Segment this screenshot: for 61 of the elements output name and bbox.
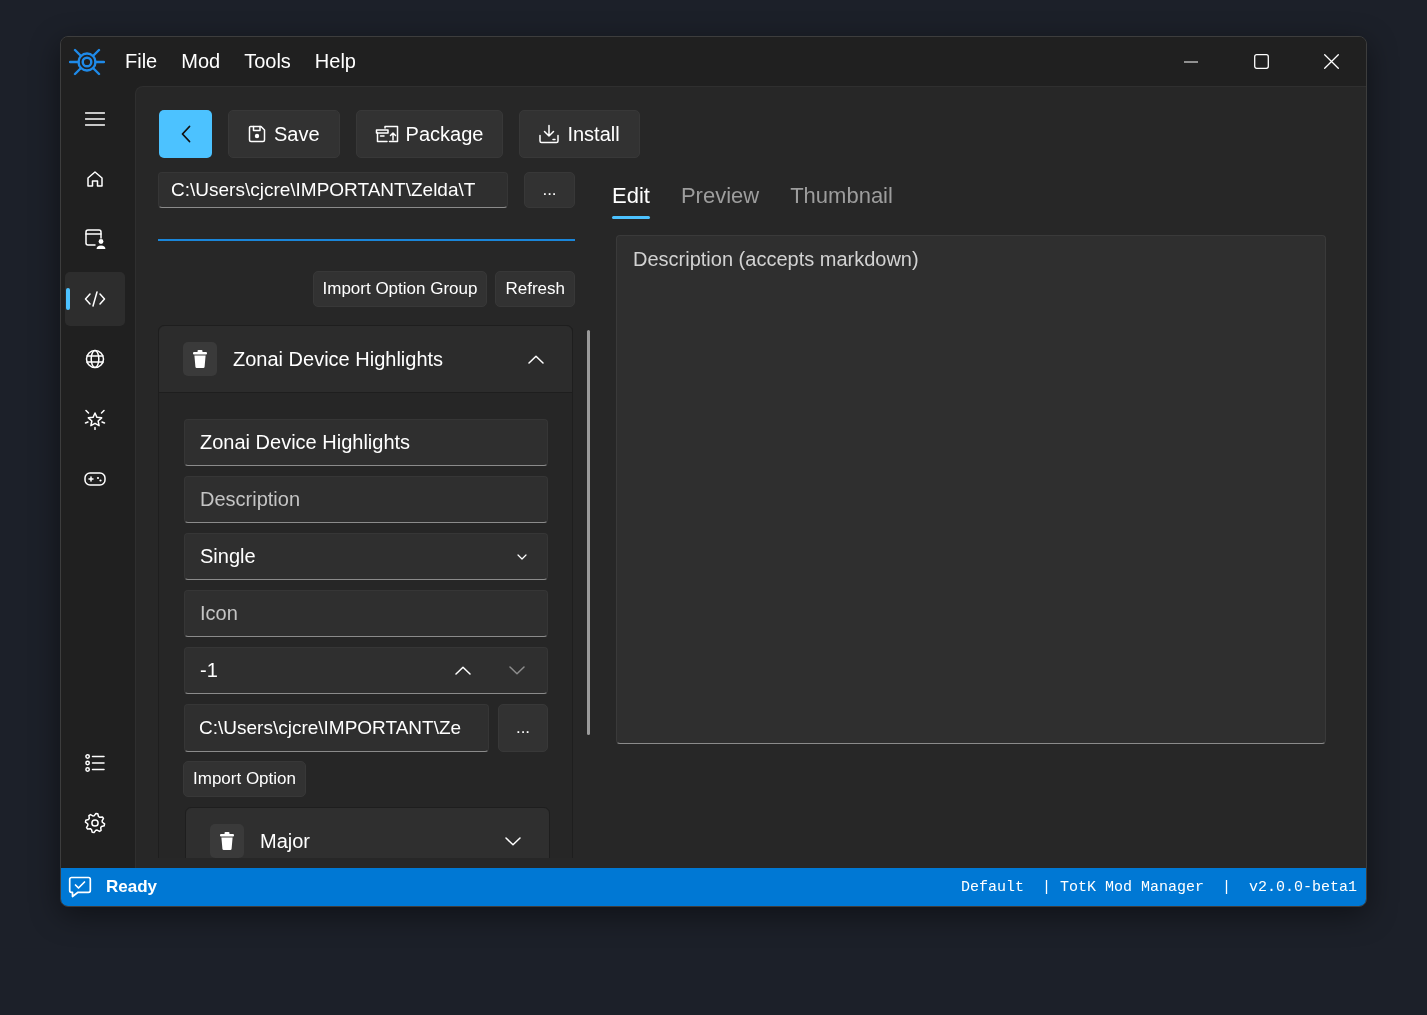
browse-button[interactable]: ... xyxy=(498,704,548,752)
browse-button[interactable]: ... xyxy=(524,172,575,208)
delete-button[interactable] xyxy=(210,824,244,858)
toolbar-button[interactable]: Install xyxy=(519,110,640,158)
download-icon xyxy=(538,124,561,144)
star-icon xyxy=(84,408,106,430)
trash-icon xyxy=(220,832,234,850)
crosshair-logo-icon xyxy=(69,46,105,77)
tab[interactable]: Edit xyxy=(612,172,650,220)
import-option-button[interactable]: Import Option xyxy=(183,761,306,797)
description-editor[interactable]: Description (accepts markdown) xyxy=(616,235,1326,744)
status-text: | xyxy=(1221,878,1231,896)
type-dropdown[interactable]: Single xyxy=(184,533,548,580)
description-field[interactable]: Description xyxy=(184,476,548,523)
code-icon xyxy=(84,291,106,307)
menu-item[interactable]: File xyxy=(113,37,170,86)
spin-up-icon[interactable] xyxy=(455,666,471,675)
tab[interactable]: Thumbnail xyxy=(790,172,893,220)
trash-icon xyxy=(193,350,207,368)
icon-field[interactable]: Icon xyxy=(184,590,548,637)
close-icon xyxy=(1323,54,1339,69)
maximize-icon xyxy=(1253,54,1269,69)
globe-icon xyxy=(85,349,105,369)
chat-check-icon xyxy=(68,876,92,898)
expander-header[interactable]: Zonai Device Highlights xyxy=(159,326,572,393)
window-person-icon xyxy=(84,228,106,250)
scrollbar[interactable] xyxy=(587,330,590,735)
save-icon xyxy=(247,124,267,144)
delete-button[interactable] xyxy=(183,342,217,376)
toolbar-button[interactable]: Package xyxy=(355,110,504,158)
status-text: Default xyxy=(960,878,1024,896)
status-text: v2.0.0-beta1 xyxy=(1248,878,1357,896)
group-title: Zonai Device Highlights xyxy=(233,347,444,371)
menu-item[interactable]: Tools xyxy=(232,37,303,86)
chevron-up-icon[interactable] xyxy=(528,354,544,364)
folder-path-field[interactable]: C:\Users\cjcre\IMPORTANT\Zelda\T xyxy=(158,172,508,208)
chevron-down-icon xyxy=(517,553,527,560)
action-button[interactable]: Import Option Group xyxy=(312,271,488,307)
name-field[interactable]: Zonai Device Highlights xyxy=(184,419,548,466)
toolbar-button[interactable]: Save xyxy=(228,110,340,158)
expander-header[interactable]: Major xyxy=(186,808,549,858)
tab[interactable]: Preview xyxy=(680,172,760,220)
status-message: Ready xyxy=(106,877,158,897)
list-icon xyxy=(85,754,105,772)
chevron-left-icon xyxy=(180,125,191,143)
option-title: Major xyxy=(260,829,310,853)
settings-icon xyxy=(84,812,106,834)
menu-item[interactable]: Mod xyxy=(169,37,233,86)
home-icon xyxy=(85,169,105,189)
menu-icon xyxy=(85,112,105,126)
nav-button[interactable] xyxy=(65,272,125,326)
menu-item[interactable]: Help xyxy=(302,37,368,86)
gamepad-icon xyxy=(84,471,106,487)
status-text: | TotK Mod Manager xyxy=(1041,878,1204,896)
number-box[interactable]: -1 xyxy=(184,647,548,694)
path-field[interactable]: C:\Users\cjcre\IMPORTANT\Ze xyxy=(184,704,489,752)
boxes-upload-icon xyxy=(374,124,399,144)
minimize-icon xyxy=(1184,60,1198,63)
action-button[interactable]: Refresh xyxy=(495,271,575,307)
back-button[interactable] xyxy=(159,110,212,158)
chevron-down-icon[interactable] xyxy=(505,836,521,846)
